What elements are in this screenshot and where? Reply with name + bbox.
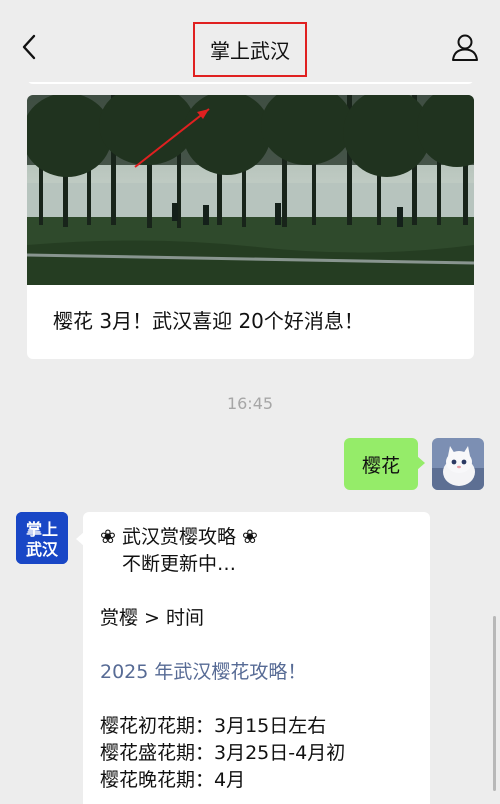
- scrollbar-thumb[interactable]: [493, 616, 496, 791]
- navigation-bar: 掌上武汉: [0, 0, 500, 82]
- cat-avatar-image: [432, 438, 484, 490]
- bot-message-heading: ❀ 武汉赏樱攻略 ❀: [100, 526, 258, 548]
- message-timestamp: 16:45: [226, 394, 274, 413]
- article-title: 樱花 3月！武汉喜迎 20个好消息！: [53, 309, 364, 333]
- title-highlight-box: 掌上武汉: [193, 22, 307, 77]
- article-card[interactable]: 樱花 3月！武汉喜迎 20个好消息！: [27, 95, 474, 359]
- page-title: 掌上武汉: [210, 39, 290, 63]
- account-logo-icon: 掌上 武汉: [16, 512, 68, 564]
- back-button[interactable]: [16, 33, 44, 61]
- user-message-bubble[interactable]: 樱花: [344, 438, 418, 490]
- account-logo-text-bottom: 武汉: [26, 540, 59, 559]
- account-avatar[interactable]: 掌上 武汉: [16, 512, 68, 564]
- user-bubble-tail: [417, 456, 425, 470]
- bot-message-bubble[interactable]: ❀ 武汉赏樱攻略 ❀ 不断更新中… 赏樱 > 时间 2025 年武汉樱花攻略！ …: [83, 512, 430, 804]
- profile-button[interactable]: [450, 32, 480, 62]
- bloom-period-late: 樱花晚花期：4月: [100, 769, 246, 791]
- article-cover-image: [27, 95, 474, 285]
- person-icon: [452, 34, 478, 61]
- guide-link[interactable]: 2025 年武汉樱花攻略！: [100, 659, 414, 686]
- previous-card-edge: [27, 82, 474, 84]
- chevron-left-icon: [22, 34, 36, 60]
- account-logo-text-top: 掌上: [26, 520, 58, 539]
- user-avatar[interactable]: [432, 438, 484, 490]
- bloom-period-peak: 樱花盛花期：3月25日-4月初: [100, 742, 346, 764]
- chat-area[interactable]: 樱花 3月！武汉喜迎 20个好消息！ 16:45 樱花 掌上 武汉 ❀ 武汉赏樱…: [0, 82, 500, 804]
- bot-message-subheading: 不断更新中…: [122, 553, 237, 575]
- bot-message-category: 赏樱 > 时间: [100, 607, 204, 629]
- bloom-period-early: 樱花初花期：3月15日左右: [100, 715, 327, 737]
